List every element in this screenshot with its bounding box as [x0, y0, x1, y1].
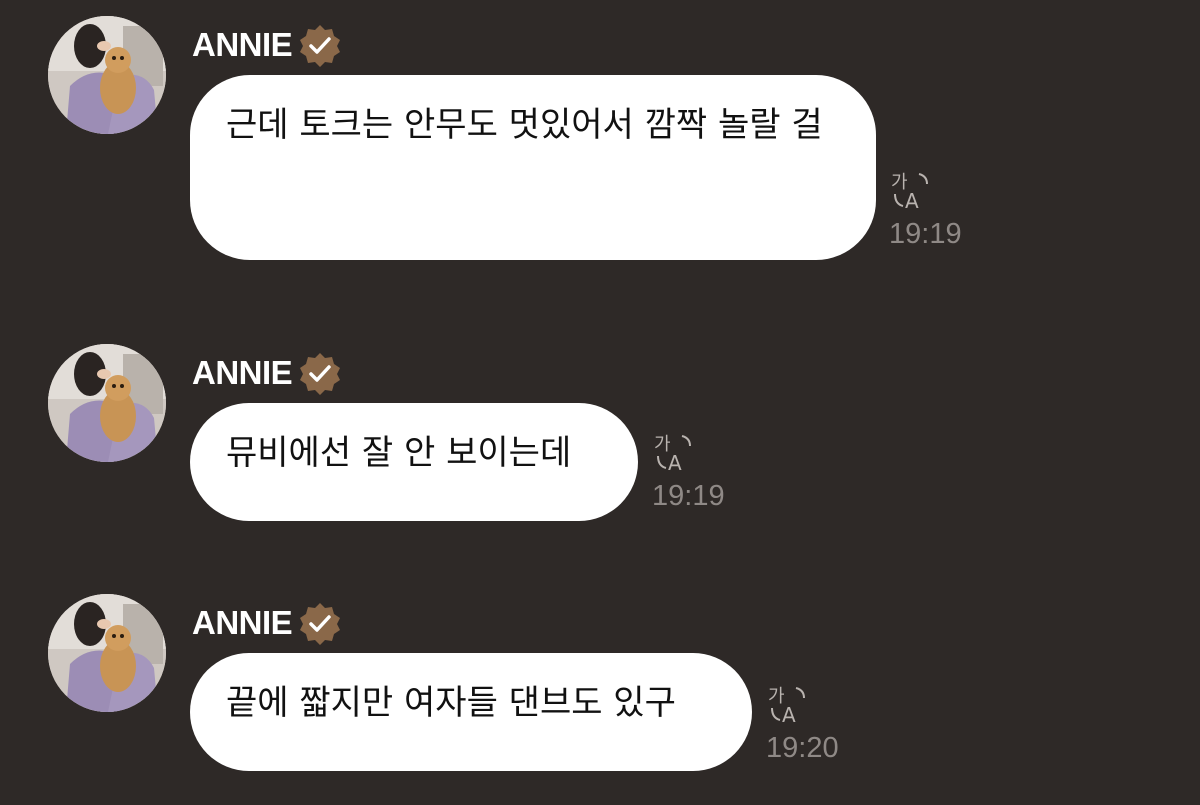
- timestamp: 19:20: [766, 732, 839, 764]
- svg-text:A: A: [668, 451, 682, 474]
- translate-icon[interactable]: 가 A: [652, 430, 696, 474]
- message-text: 끝에 짧지만 여자들 댄브도 있구: [226, 683, 676, 723]
- verified-badge-icon: [300, 353, 341, 395]
- avatar[interactable]: [48, 594, 166, 712]
- sender-name[interactable]: ANNIE: [192, 604, 293, 642]
- verified-badge-icon: [300, 603, 341, 645]
- sender-row: ANNIE: [192, 600, 342, 646]
- sender-name[interactable]: ANNIE: [192, 354, 293, 392]
- svg-text:A: A: [905, 189, 919, 212]
- message-bubble[interactable]: 근데 토크는 안무도 멋있어서 깜짝 놀랄 걸: [190, 75, 876, 260]
- avatar-photo-icon: [48, 344, 166, 462]
- message-bubble[interactable]: 끝에 짧지만 여자들 댄브도 있구: [190, 653, 752, 771]
- message-bubble[interactable]: 뮤비에선 잘 안 보이는데: [190, 403, 638, 521]
- message-text: 뮤비에선 잘 안 보이는데: [226, 433, 572, 473]
- sender-row: ANNIE: [192, 350, 342, 396]
- timestamp: 19:19: [652, 480, 725, 512]
- message-meta: 가 A 19:19: [652, 430, 725, 513]
- avatar-photo-icon: [48, 594, 166, 712]
- timestamp: 19:19: [889, 218, 962, 250]
- svg-text:A: A: [782, 703, 796, 726]
- verified-badge-icon: [300, 25, 341, 67]
- sender-row: ANNIE: [192, 22, 342, 68]
- sender-name[interactable]: ANNIE: [192, 26, 293, 64]
- avatar[interactable]: [48, 16, 166, 134]
- message-meta: 가 A 19:19: [889, 168, 962, 251]
- message-meta: 가 A 19:20: [766, 682, 839, 765]
- translate-icon[interactable]: 가 A: [889, 168, 933, 212]
- avatar-photo-icon: [48, 16, 166, 134]
- avatar[interactable]: [48, 344, 166, 462]
- message-text: 근데 토크는 안무도 멋있어서 깜짝 놀랄 걸: [226, 105, 823, 145]
- translate-icon[interactable]: 가 A: [766, 682, 810, 726]
